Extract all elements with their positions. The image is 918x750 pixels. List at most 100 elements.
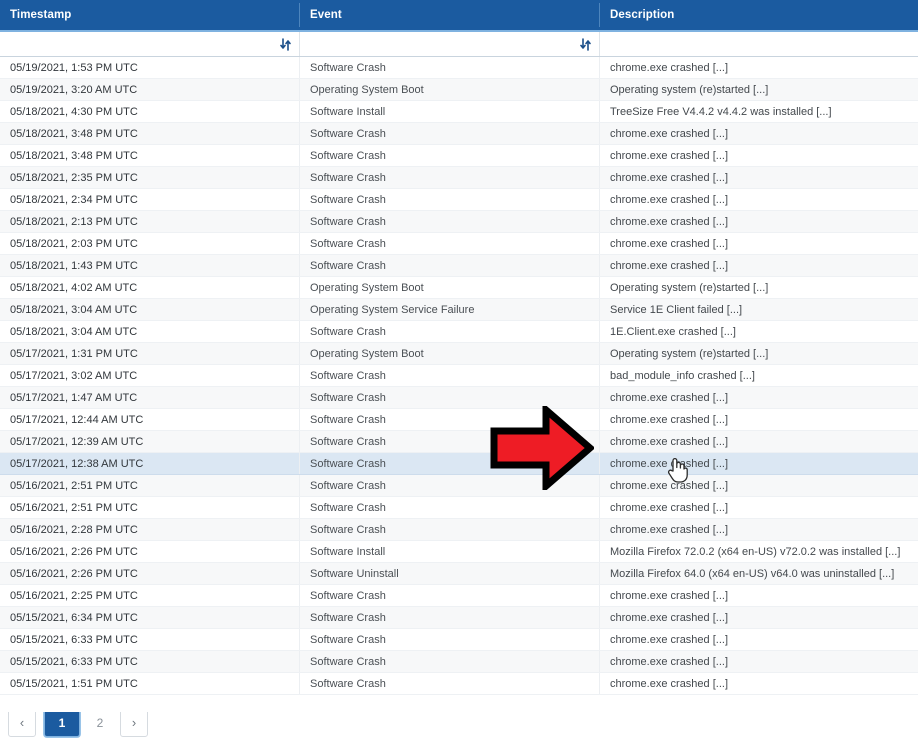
column-header-timestamp[interactable]: Timestamp: [0, 0, 300, 30]
cell-event: Software Crash: [300, 431, 600, 452]
cell-event: Software Crash: [300, 629, 600, 650]
table-row[interactable]: 05/16/2021, 2:26 PM UTC Software Install M…: [0, 541, 918, 563]
cell-description: chrome.exe crashed [...]: [610, 655, 728, 668]
cell-event: Software Crash: [300, 497, 600, 518]
cell-description: chrome.exe crashed [...]: [610, 413, 728, 426]
column-header-timestamp-label: Timestamp: [10, 9, 72, 21]
table-row[interactable]: 05/16/2021, 2:51 PM UTC Software Crash chr…: [0, 497, 918, 519]
cell-description: Mozilla Firefox 64.0 (x64 en-US) v64.0 w…: [610, 567, 895, 580]
cell-timestamp: 05/16/2021, 2:28 PM UTC: [0, 519, 300, 540]
cell-timestamp: 05/19/2021, 1:53 PM UTC: [0, 57, 300, 78]
cell-timestamp: 05/15/2021, 6:33 PM UTC: [0, 629, 300, 650]
pagination-prev-button[interactable]: ‹: [8, 708, 36, 737]
cell-description: chrome.exe crashed [...]: [610, 215, 728, 228]
pagination-next-button[interactable]: ›: [120, 708, 148, 737]
cell-timestamp: 05/18/2021, 2:35 PM UTC: [0, 167, 300, 188]
column-header-description-label: Description: [610, 9, 675, 21]
column-header-event-label: Event: [310, 9, 342, 21]
cell-event: Software Crash: [300, 211, 600, 232]
table-row[interactable]: 05/18/2021, 1:43 PM UTC Software Crash chr…: [0, 255, 918, 277]
cell-event: Software Crash: [300, 387, 600, 408]
cell-timestamp: 05/18/2021, 3:48 PM UTC: [0, 145, 300, 166]
table-row[interactable]: 05/18/2021, 3:48 PM UTC Software Crash chr…: [0, 123, 918, 145]
cell-timestamp: 05/18/2021, 2:03 PM UTC: [0, 233, 300, 254]
table-row[interactable]: 05/16/2021, 2:51 PM UTC Software Crash chr…: [0, 475, 918, 497]
sort-ascending-descending-icon[interactable]: [580, 37, 591, 51]
table-row[interactable]: 05/19/2021, 1:53 PM UTC Software Crash chr…: [0, 57, 918, 79]
cell-timestamp: 05/18/2021, 4:30 PM UTC: [0, 101, 300, 122]
column-header-event[interactable]: Event: [300, 0, 600, 30]
cell-event: Software Crash: [300, 57, 600, 78]
table-body: 05/19/2021, 1:53 PM UTC Software Crash chr…: [0, 57, 918, 717]
cell-event: Software Crash: [300, 321, 600, 342]
cell-event: Software Install: [300, 101, 600, 122]
cell-description: chrome.exe crashed [...]: [610, 127, 728, 140]
cell-timestamp: 05/18/2021, 1:43 PM UTC: [0, 255, 300, 276]
cell-event: Software Uninstall: [300, 563, 600, 584]
cell-event: Software Crash: [300, 475, 600, 496]
table-row[interactable]: 05/15/2021, 6:33 PM UTC Software Crash chr…: [0, 651, 918, 673]
cell-event: Software Crash: [300, 607, 600, 628]
cell-timestamp: 05/18/2021, 2:34 PM UTC: [0, 189, 300, 210]
cell-description: chrome.exe crashed [...]: [610, 677, 728, 690]
table-row[interactable]: 05/17/2021, 12:39 AM UTC Software Crash ch…: [0, 431, 918, 453]
table-row[interactable]: 05/18/2021, 4:30 PM UTC Software Install T…: [0, 101, 918, 123]
table-row[interactable]: 05/17/2021, 3:02 AM UTC Software Crash bad…: [0, 365, 918, 387]
cell-description: bad_module_info crashed [...]: [610, 369, 755, 382]
cell-description: chrome.exe crashed [...]: [610, 479, 728, 492]
cell-timestamp: 05/15/2021, 6:34 PM UTC: [0, 607, 300, 628]
table-row[interactable]: 05/16/2021, 2:25 PM UTC Software Crash chr…: [0, 585, 918, 607]
table-row[interactable]: 05/17/2021, 1:31 PM UTC Operating System …: [0, 343, 918, 365]
table-row[interactable]: 05/18/2021, 3:48 PM UTC Software Crash chr…: [0, 145, 918, 167]
table-row[interactable]: 05/15/2021, 6:34 PM UTC Software Crash chr…: [0, 607, 918, 629]
table-row[interactable]: 05/18/2021, 2:13 PM UTC Software Crash chr…: [0, 211, 918, 233]
cell-timestamp: 05/18/2021, 3:48 PM UTC: [0, 123, 300, 144]
table-row[interactable]: 05/18/2021, 2:03 PM UTC Software Crash chr…: [0, 233, 918, 255]
column-header-description[interactable]: Description: [600, 0, 918, 30]
cell-event: Software Crash: [300, 585, 600, 606]
cell-timestamp: 05/16/2021, 2:25 PM UTC: [0, 585, 300, 606]
cell-description: chrome.exe crashed [...]: [610, 435, 728, 448]
cell-event: Software Install: [300, 541, 600, 562]
table-row[interactable]: 05/18/2021, 3:04 AM UTC Software Crash 1E.…: [0, 321, 918, 343]
table-row[interactable]: 05/15/2021, 6:33 PM UTC Software Crash chr…: [0, 629, 918, 651]
cell-description: Operating system (re)started [...]: [610, 281, 769, 294]
table-row[interactable]: 05/15/2021, 1:51 PM UTCSoftware Crash chr…: [0, 673, 918, 695]
sort-cell-timestamp[interactable]: [0, 32, 300, 56]
cell-timestamp: 05/15/2021, 1:51 PM UTC: [0, 673, 300, 694]
table-row[interactable]: 05/17/2021, 12:38 AM UTC Software Crash ch…: [0, 453, 918, 475]
table-row[interactable]: 05/19/2021, 3:20 AM UTC Operating System …: [0, 79, 918, 101]
table-row[interactable]: 05/18/2021, 3:04 AM UTC Operating System …: [0, 299, 918, 321]
table-row[interactable]: 05/18/2021, 2:35 PM UTC Software Crash chr…: [0, 167, 918, 189]
table-row[interactable]: 05/18/2021, 2:34 PM UTC Software Crash chr…: [0, 189, 918, 211]
cell-event: Operating System Boot: [300, 79, 600, 100]
table-row[interactable]: 05/17/2021, 1:47 AM UTC Software Crash chr…: [0, 387, 918, 409]
cell-description: chrome.exe crashed [...]: [610, 457, 728, 470]
cell-description: chrome.exe crashed [...]: [610, 523, 728, 536]
cell-event: Software Crash: [300, 519, 600, 540]
cell-timestamp: 05/16/2021, 2:51 PM UTC: [0, 475, 300, 496]
cell-description: chrome.exe crashed [...]: [610, 149, 728, 162]
sort-ascending-descending-icon[interactable]: [280, 37, 291, 51]
cell-description: chrome.exe crashed [...]: [610, 611, 728, 624]
sort-cell-event[interactable]: [300, 32, 600, 56]
cell-timestamp: 05/18/2021, 4:02 AM UTC: [0, 277, 300, 298]
pagination-page-2[interactable]: 2: [88, 709, 112, 737]
pagination-page-1[interactable]: 1: [44, 708, 80, 737]
table-row[interactable]: 05/17/2021, 12:44 AM UTC Software Crash ch…: [0, 409, 918, 431]
cell-event: Software Crash: [300, 365, 600, 386]
table-row[interactable]: 05/16/2021, 2:28 PM UTC Software Crash chr…: [0, 519, 918, 541]
cell-timestamp: 05/17/2021, 1:47 AM UTC: [0, 387, 300, 408]
table-row[interactable]: 05/16/2021, 2:26 PM UTC Software Uninstal…: [0, 563, 918, 585]
cell-event: Software Crash: [300, 673, 600, 694]
cell-timestamp: 05/18/2021, 2:13 PM UTC: [0, 211, 300, 232]
cell-event: Software Crash: [300, 409, 600, 430]
cell-event: Operating System Boot: [300, 343, 600, 364]
cell-timestamp: 05/19/2021, 3:20 AM UTC: [0, 79, 300, 100]
cell-description: 1E.Client.exe crashed [...]: [610, 325, 736, 338]
cell-description: chrome.exe crashed [...]: [610, 193, 728, 206]
cell-description: chrome.exe crashed [...]: [610, 171, 728, 184]
table-row[interactable]: 05/18/2021, 4:02 AM UTC Operating System …: [0, 277, 918, 299]
cell-description: chrome.exe crashed [...]: [610, 501, 728, 514]
cell-description: Operating system (re)started [...]: [610, 83, 769, 96]
